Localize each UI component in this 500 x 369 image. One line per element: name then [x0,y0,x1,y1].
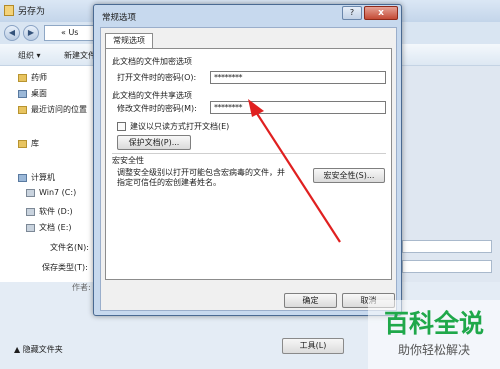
back-icon[interactable]: ◀ [4,25,20,41]
macro-security-button[interactable]: 宏安全性(S)... [313,168,385,183]
ok-button[interactable]: 确定 [284,293,337,308]
sidebar-item-library[interactable]: 库 [18,138,39,149]
modify-password-label: 修改文件时的密码(M): [117,104,197,113]
desktop-icon [18,89,27,98]
sidebar-item-drive-c[interactable]: Win7 (C:) [26,188,76,197]
save-as-title: 另存为 [18,7,46,17]
macro-section-heading: 宏安全性 [112,156,144,165]
baike-watermark: 百科全说 助你轻松解决 [368,300,500,369]
help-icon[interactable]: ? [342,6,362,20]
folder-icon [18,73,27,82]
recent-icon [18,105,27,114]
watermark-title: 百科全说 [384,309,484,338]
computer-icon [18,173,27,182]
tools-button[interactable]: 工具(L) [282,338,344,354]
encrypt-section-heading: 此文档的文件加密选项 [112,57,192,66]
open-password-label: 打开文件时的密码(O): [117,73,197,82]
sidebar-item-computer[interactable]: 计算机 [18,172,55,183]
open-password-field[interactable]: ******** [210,71,386,84]
filename-field[interactable] [402,240,492,253]
tab-general-options[interactable]: 常规选项 [105,33,153,49]
drive-icon [26,188,35,197]
drive-icon [26,223,35,232]
sidebar-item-yaoshi[interactable]: 药师 [18,72,47,83]
hide-folders-toggle[interactable]: ▲ 隐藏文件夹 [14,344,63,355]
new-folder-button[interactable]: 新建文件 [64,50,96,61]
protect-document-button[interactable]: 保护文档(P)... [117,135,191,150]
dialog-title: 常规选项 [102,13,137,23]
author-label: 作者: [72,283,91,292]
drive-icon [26,207,35,216]
divider [112,153,386,154]
readonly-checkbox-label: 建议以只读方式打开文档(E) [130,122,230,131]
sidebar-item-recent[interactable]: 最近访问的位置 [18,104,87,115]
savetype-label: 保存类型(T): [42,263,88,272]
sidebar-item-desktop[interactable]: 桌面 [18,88,47,99]
savetype-select[interactable] [402,260,492,273]
options-panel: 此文档的文件加密选项 打开文件时的密码(O): ******** 此文档的文件共… [105,48,392,280]
share-section-heading: 此文档的文件共享选项 [112,91,192,100]
macro-description-line2: 指定可信任的宏创建者姓名。 [117,178,221,187]
watermark-subtitle: 助你轻松解决 [398,343,470,357]
address-bar[interactable]: « Us [44,25,100,41]
sidebar-item-drive-d[interactable]: 软件 (D:) [26,206,73,217]
modify-password-field[interactable]: ******** [210,101,386,114]
general-options-dialog: 常规选项 ? x 常规选项 此文档的文件加密选项 打开文件时的密码(O): **… [93,4,402,316]
library-icon [18,139,27,148]
forward-icon[interactable]: ▶ [23,25,39,41]
filename-label: 文件名(N): [50,243,89,252]
close-icon[interactable]: x [364,6,398,20]
readonly-checkbox[interactable] [117,122,126,131]
hide-folders-label: 隐藏文件夹 [22,345,63,354]
organize-button[interactable]: 组织 ▾ [18,50,41,61]
save-as-icon [4,5,14,16]
sidebar-item-drive-e[interactable]: 文档 (E:) [26,222,72,233]
